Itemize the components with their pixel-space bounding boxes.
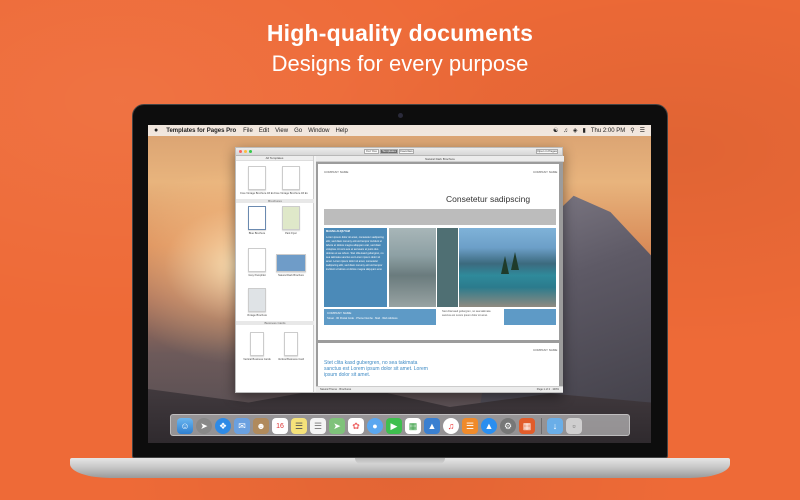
dock-divider <box>541 418 542 434</box>
zoom-button[interactable] <box>249 150 252 153</box>
laptop-screen: ● Templates for Pages Pro File Edit View… <box>148 125 651 443</box>
photo-teal-panel <box>437 228 458 307</box>
keynote-icon[interactable]: ▲ <box>424 418 440 434</box>
template-label: Vintage Brochure <box>247 314 267 317</box>
subheadline: Designs for every purpose <box>271 51 529 76</box>
system-preferences-icon[interactable]: ⚙ <box>500 418 516 434</box>
templates-icon[interactable]: ▦ <box>519 418 535 434</box>
downloads-icon[interactable]: ↓ <box>547 418 563 434</box>
calendar-icon[interactable]: 16 <box>272 418 288 434</box>
search-icon[interactable]: ⚲ <box>630 127 634 134</box>
template-thumb[interactable] <box>248 166 266 190</box>
trash-icon[interactable]: ▫ <box>566 418 582 434</box>
mail-icon[interactable]: ✉ <box>234 418 250 434</box>
tab-favorites[interactable]: Favorites <box>399 149 414 154</box>
dock: ☺ ➤ ❖ ✉ ☻ 16 ☰ ☰ ➤ ✿ ● ▶ ▦ ▲ ♫ ☰ ▲ ⚙ ▦ ↓… <box>170 414 630 436</box>
template-label: Vertical Business Cards <box>243 358 271 361</box>
template-label: Grey Pamphlet <box>248 274 266 277</box>
camera <box>398 113 403 118</box>
launchpad-icon[interactable]: ➤ <box>196 418 212 434</box>
template-thumb[interactable] <box>282 166 300 190</box>
app-menu[interactable]: Templates for Pages Pro <box>166 128 236 134</box>
company-name-right: COMPANY NAME <box>533 348 558 352</box>
page-heading: Consetetur sadipscing <box>446 194 531 204</box>
template-sidebar: All Templates Free Vintage Brochure A5 E… <box>236 156 314 392</box>
gray-banner <box>324 209 556 225</box>
menu-bar: ● Templates for Pages Pro File Edit View… <box>148 125 651 136</box>
battery-icon[interactable]: ▮ <box>583 127 586 134</box>
template-thumb[interactable] <box>250 332 264 356</box>
template-thumb[interactable] <box>248 288 266 312</box>
contacts-icon[interactable]: ☻ <box>253 418 269 434</box>
volume-icon[interactable]: ♫ <box>563 128 568 134</box>
messages-icon[interactable]: ● <box>367 418 383 434</box>
template-thumb[interactable] <box>276 254 306 272</box>
music-icon[interactable]: ♫ <box>443 418 459 434</box>
section-brochures: Brochures <box>236 199 314 203</box>
document-canvas: COMPANY NAME COMPANY NAME Consetetur sad… <box>316 162 563 388</box>
books-icon[interactable]: ☰ <box>462 418 478 434</box>
app-store-icon[interactable]: ▲ <box>481 418 497 434</box>
page-two[interactable]: COMPANY NAME Stet clita kasd gubergren, … <box>318 343 559 386</box>
menu-help[interactable]: Help <box>335 128 347 134</box>
menu-list-icon[interactable]: ☰ <box>640 127 645 134</box>
blue-paragraph: Stet clita kasd gubergren, no sea takima… <box>324 360 428 378</box>
side-text: Stet clita kasd gubergren, no sea takima… <box>442 310 491 317</box>
apple-menu-icon[interactable]: ● <box>154 127 158 134</box>
laptop-notch <box>355 458 445 464</box>
finder-icon[interactable]: ☺ <box>177 418 193 434</box>
tab-for-you[interactable]: For You <box>364 149 379 154</box>
section-business-cards: Business Cards <box>236 321 314 325</box>
template-thumb[interactable] <box>248 206 266 230</box>
menu-file[interactable]: File <box>243 128 253 134</box>
page-one[interactable]: COMPANY NAME COMPANY NAME Consetetur sad… <box>318 164 559 340</box>
notes-icon[interactable]: ☰ <box>291 418 307 434</box>
template-label: Free Vintage Brochure A5 Ex <box>274 192 308 195</box>
menu-window[interactable]: Window <box>308 128 329 134</box>
contact-title: COMPANY NAME <box>327 311 352 315</box>
template-label: Natural Dark Brochure <box>278 274 304 277</box>
template-thumb[interactable] <box>284 332 298 356</box>
app-window: For You Templates Favorites Open in Page… <box>235 147 564 393</box>
status-bar: Natural Theme · Brochures Page 1 of 2 · … <box>316 386 563 392</box>
clock[interactable]: Thu 2:00 PM <box>591 128 625 134</box>
template-thumb[interactable] <box>248 248 266 272</box>
column-text: Lorem ipsum dolor sit amet, consetetur s… <box>326 236 384 271</box>
numbers-icon[interactable]: ▦ <box>405 418 421 434</box>
template-thumb[interactable] <box>282 206 300 230</box>
company-name-right: COMPANY NAME <box>533 170 558 174</box>
template-label: Park Flyer <box>285 232 297 235</box>
reminders-icon[interactable]: ☰ <box>310 418 326 434</box>
template-label: Free Vintage Brochure A5 Ex <box>240 192 274 195</box>
maps-icon[interactable]: ➤ <box>329 418 345 434</box>
window-titlebar: For You Templates Favorites Open in Page… <box>236 148 562 156</box>
safari-icon[interactable]: ❖ <box>215 418 231 434</box>
status-right: Page 1 of 2 · 100% <box>536 388 559 391</box>
template-label: Vertical Business Card <box>277 358 305 361</box>
sidebar-header: All Templates <box>236 156 313 161</box>
laptop-base <box>70 458 730 478</box>
blue-block <box>504 309 556 325</box>
status-left: Natural Theme · Brochures <box>320 388 352 391</box>
wifi-icon[interactable]: ◈ <box>573 127 578 134</box>
menu-view[interactable]: View <box>275 128 288 134</box>
open-in-pages-button[interactable]: Open in Pages <box>536 149 558 154</box>
tab-templates[interactable]: Templates <box>380 149 398 154</box>
photo-lake <box>459 228 556 307</box>
contact-details: Street · 00 Postal Code · Phone Numbe · … <box>327 317 398 320</box>
close-button[interactable] <box>239 150 242 153</box>
minimize-button[interactable] <box>244 150 247 153</box>
tree-shape <box>501 256 509 274</box>
menu-go[interactable]: Go <box>294 128 302 134</box>
headline: High-quality documents <box>266 20 534 46</box>
tree-shape <box>511 252 519 270</box>
menu-edit[interactable]: Edit <box>259 128 269 134</box>
facetime-icon[interactable]: ▶ <box>386 418 402 434</box>
company-name-left: COMPANY NAME <box>324 170 349 174</box>
photo-rocks <box>389 228 436 307</box>
photos-icon[interactable]: ✿ <box>348 418 364 434</box>
bluetooth-icon[interactable]: ☯ <box>553 127 558 134</box>
template-label: Blue Brochure <box>248 232 266 235</box>
